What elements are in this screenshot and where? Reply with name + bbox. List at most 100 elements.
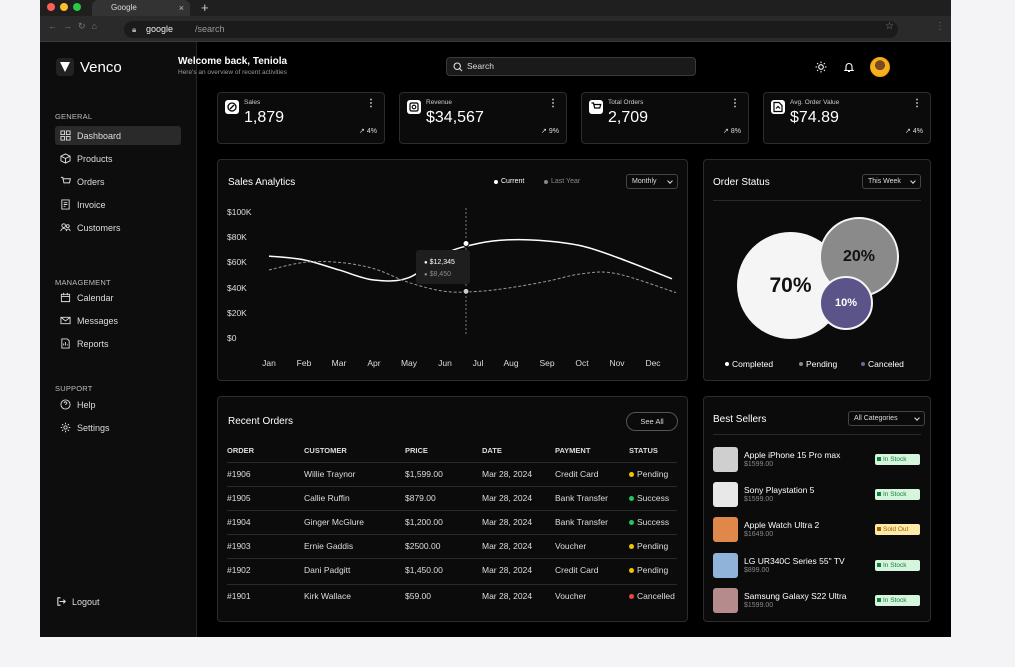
table-cell-price: $1,599.00 [405,469,443,479]
table-cell-order[interactable]: #1905 [227,493,251,503]
product-price: $899.00 [744,567,770,574]
row-divider [227,584,677,585]
table-cell-payment: Bank Transfer [555,517,608,527]
product-thumbnail[interactable] [713,517,738,542]
status-label: Pending [637,565,669,575]
table-cell-payment: Credit Card [555,565,599,575]
product-price: $1649.00 [744,531,774,538]
table-cell-price: $1,200.00 [405,517,443,527]
table-cell-price: $879.00 [405,493,436,503]
product-thumbnail[interactable] [713,553,738,578]
divider [713,434,921,435]
table-cell-payment: Bank Transfer [555,493,608,503]
table-cell-payment: Voucher [555,541,587,551]
table-cell-date: Mar 28, 2024 [482,469,533,479]
status-dot [629,519,634,525]
stock-badge: In Stock [875,560,920,571]
bubble-canceled: 10% [819,276,873,330]
divider [713,200,921,201]
status-label: Success [637,493,670,503]
product-thumbnail[interactable] [713,588,738,613]
status-label: Cancelled [637,591,675,601]
chart-tooltip: ● $12,345 ● $8,450 [416,250,470,284]
status-dot [629,567,634,573]
table-cell-status: Pending [629,469,668,479]
best-sellers-title: Best Sellers [713,414,767,425]
row-divider [227,558,677,559]
table-cell-customer: Willie Traynor [304,469,356,479]
table-cell-order[interactable]: #1903 [227,541,251,551]
hover-point-current[interactable] [462,240,470,247]
product-thumbnail[interactable] [713,447,738,472]
product-name[interactable]: LG UR340C Series 55" TV [744,556,845,566]
see-all-button[interactable]: See All [626,412,678,431]
table-cell-status: Pending [629,541,668,551]
stock-badge: In Stock [875,595,920,606]
table-cell-payment: Credit Card [555,469,599,479]
column-header-date: DATE [482,446,502,455]
product-name[interactable]: Apple iPhone 15 Pro max [744,450,840,460]
legend-completed: Completed [725,359,773,369]
stock-badge: In Stock [875,489,920,500]
product-name[interactable]: Samsung Galaxy S22 Ultra [744,591,847,601]
status-dot [629,495,634,501]
table-cell-status: Pending [629,565,668,575]
table-cell-customer: Callie Ruffin [304,493,350,503]
tooltip-current-value: ● $12,345 [424,259,455,266]
table-cell-order[interactable]: #1901 [227,591,251,601]
column-header-status: STATUS [629,446,658,455]
row-divider [227,510,677,511]
table-cell-order[interactable]: #1902 [227,565,251,575]
row-divider [227,486,677,487]
series-line-current [268,238,673,282]
product-thumbnail[interactable] [713,482,738,507]
table-cell-date: Mar 28, 2024 [482,541,533,551]
product-price: $1599.00 [744,602,774,609]
table-cell-status: Success [629,493,669,503]
recent-orders-card [217,396,688,622]
status-dot [629,471,634,477]
row-divider [227,462,677,463]
table-cell-customer: Kirk Wallace [304,591,351,601]
table-cell-customer: Ginger McGlure [304,517,364,527]
status-label: Success [637,517,670,527]
legend-canceled: Canceled [861,359,904,369]
table-cell-status: Cancelled [629,591,675,601]
order-status-title: Order Status [713,177,770,188]
tooltip-last-value: ● $8,450 [424,271,451,278]
order-status-period-dropdown[interactable]: This Week [862,174,921,189]
bubble-pending-label: 20% [842,248,876,265]
stock-badge: In Stock [875,454,920,465]
table-cell-customer: Ernie Gaddis [304,541,354,551]
column-header-payment: PAYMENT [555,446,591,455]
column-header-price: PRICE [405,446,428,455]
table-cell-date: Mar 28, 2024 [482,591,533,601]
product-price: $1599.00 [744,461,774,468]
table-cell-price: $1,450.00 [405,565,443,575]
series-line-last-year [268,261,677,294]
status-label: Pending [637,469,669,479]
status-dot [629,593,634,599]
column-header-customer: CUSTOMER [304,446,347,455]
table-cell-date: Mar 28, 2024 [482,565,533,575]
legend-pending: Pending [799,359,837,369]
table-cell-date: Mar 28, 2024 [482,517,533,527]
table-cell-order[interactable]: #1906 [227,469,251,479]
product-name[interactable]: Sony Playstation 5 [744,485,814,495]
status-label: Pending [637,541,669,551]
column-header-order: ORDER [227,446,255,455]
status-dot [629,543,634,549]
recent-orders-title: Recent Orders [228,416,294,427]
product-name[interactable]: Apple Watch Ultra 2 [744,520,819,530]
hover-point-last-year[interactable] [462,287,470,295]
table-cell-order[interactable]: #1904 [227,517,251,527]
product-price: $1599.00 [744,496,774,503]
bubble-canceled-label: 10% [834,297,858,309]
stock-badge: Sold Out [875,524,920,535]
table-cell-payment: Voucher [555,591,587,601]
table-cell-date: Mar 28, 2024 [482,493,533,503]
category-dropdown[interactable]: All Categories [848,411,925,426]
table-cell-status: Success [629,517,669,527]
row-divider [227,534,677,535]
bubble-completed-label: 70% [769,273,812,297]
